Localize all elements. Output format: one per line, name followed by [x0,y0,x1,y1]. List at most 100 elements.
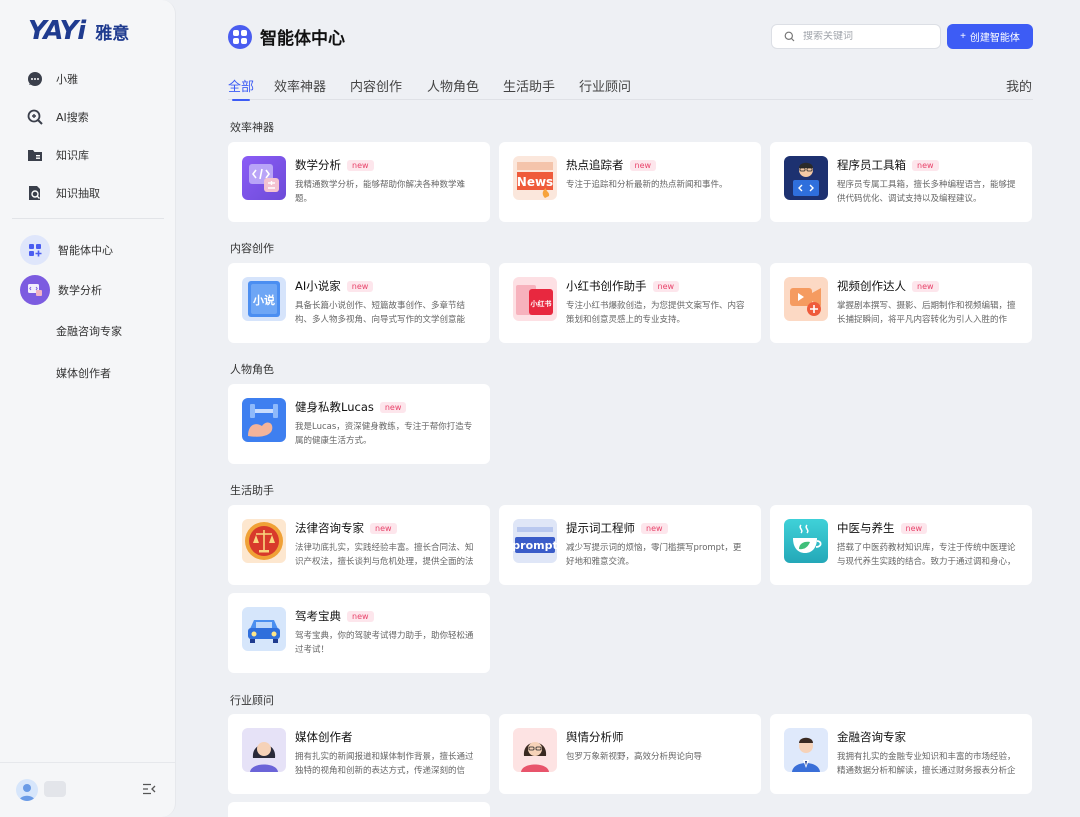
agent-card-title: 小红书创作助手 new [566,278,680,294]
tab-characters[interactable]: 人物角色 [427,76,479,95]
logo-cn: 雅意 [95,23,130,44]
xiaohongshu-icon: 小红书 [513,277,557,321]
tab-mine[interactable]: 我的 [1006,76,1032,95]
search-box[interactable] [771,24,941,49]
analyst-avatar-icon [513,728,557,772]
agent-card-title: AI小说家 new [295,278,374,294]
sidebar-item-label: 小雅 [56,73,78,86]
sidebar-item-knowledge-extract[interactable]: 知识抽取 [14,174,164,212]
tab-industry-advisor[interactable]: 行业顾问 [579,76,631,95]
section-title-efficiency: 效率神器 [230,121,274,134]
agent-card-title: 热点追踪者 new [566,157,657,173]
sidebar-item-label: 知识库 [56,149,89,162]
agent-card-media-creator[interactable]: 媒体创作者 拥有扎实的新闻报道和媒体制作背景，擅长通过独特的视角和创新的表达方式… [228,714,490,794]
agent-card-desc: 具备长篇小说创作、短篇故事创作、多章节结构、多人物多视角、向导式写作的文学创意能… [295,301,466,325]
agent-card-desc: 我拥有扎实的金融专业知识和丰富的市场经验，精通数据分析和解读，擅长通过财务报表分… [837,752,1016,776]
agent-card-desc: 包罗万象新视野，高效分析舆论向导 [566,752,703,762]
novel-book-icon: 小说 [242,277,286,321]
create-agent-label: 创建智能体 [969,33,1020,44]
tab-efficiency[interactable]: 效率神器 [274,76,326,95]
new-badge: new [347,159,374,171]
agent-card-title: 中医与养生 new [837,520,928,536]
law-scale-icon [242,519,286,563]
tab-life-assistant[interactable]: 生活助手 [503,76,555,95]
logo-brand: YAYi [28,16,86,46]
math-code-icon [242,156,286,200]
new-badge: new [912,280,939,292]
agent-card-desc: 驾考宝典，你的驾驶考试得力助手，助你轻松通过考试！ [295,631,474,655]
create-agent-button[interactable]: + 创建智能体 [947,24,1033,49]
agent-card-sentiment-analyst[interactable]: 舆情分析师 包罗万象新视野，高效分析舆论向导 [499,714,761,794]
user-avatar[interactable] [16,779,38,801]
agent-card-desc: 专注小红书爆款创造，为您提供文案写作、内容策划和创意灵感上的专业支持。 [566,301,745,325]
logo[interactable]: YAYi 雅意 [28,16,129,46]
agent-card-ai-novelist[interactable]: 小说 AI小说家 new 具备长篇小说创作、短篇故事创作、多章节结构、多人物多视角… [228,263,490,343]
svg-text:小红书: 小红书 [530,299,552,308]
search-input[interactable] [803,31,923,42]
sidebar-item-agent-center[interactable]: 智能体中心 [14,230,164,270]
agent-card-tcm-health[interactable]: 中医与养生 new 搭载了中医药教材知识库，专注于传统中医理论与现代养生实践的结合… [770,505,1032,585]
new-badge: new [652,280,680,292]
sidebar-item-media-creator[interactable]: 媒体创作者 [14,352,164,394]
programmer-icon [784,156,828,200]
agent-card-video-creator[interactable]: 视频创作达人 new 掌握剧本撰写、摄影、后期制作和视频编辑，擅长捕捉瞬间，将平凡… [770,263,1032,343]
agent-card-desc: 程序员专属工具箱，擅长多种编程语言，能够提供代码优化、调试支持以及编程建议。 [837,180,1016,204]
tab-all[interactable]: 全部 [228,76,254,101]
grid-apps-icon [20,235,50,265]
sidebar-footer [0,762,176,817]
agent-card-desc: 法律功底扎实，实践经验丰富。擅长合同法、知识产权法，擅长谈判与危机处理，提供全面… [295,543,474,567]
agent-card-legal-expert[interactable]: 法律咨询专家 new 法律功底扎实，实践经验丰富。擅长合同法、知识产权法，擅长谈判… [228,505,490,585]
agent-card-hot-news[interactable]: News 热点追踪者 new 专注于追踪和分析最新的热点新闻和事件。 [499,142,761,222]
agent-card-finance-expert[interactable]: 金融咨询专家 我拥有扎实的金融专业知识和丰富的市场经验，精通数据分析和解读，擅长… [770,714,1032,794]
collapse-sidebar-icon[interactable] [142,783,156,798]
agent-card-title: 程序员工具箱 new [837,157,939,173]
sidebar-divider [12,218,164,219]
new-badge: new [912,159,939,171]
agent-card-prompt-engineer[interactable]: prompt 提示词工程师 new 减少写提示词的烦恼，零门槛撰写prompt，更… [499,505,761,585]
agent-card-xiaohongshu[interactable]: 小红书 小红书创作助手 new 专注小红书爆款创造，为您提供文案写作、内容策划和创… [499,263,761,343]
agent-card-title: 驾考宝典 new [295,608,374,624]
agent-card-title: 健身私教Lucas new [295,399,407,415]
sidebar-item-xiaoya[interactable]: 小雅 [14,60,164,98]
agent-card-partial[interactable] [228,802,490,817]
page-header: 智能体中心 [228,24,345,49]
tab-content-creation[interactable]: 内容创作 [350,76,402,95]
sidebar-item-ai-search[interactable]: AI搜索 [14,98,164,136]
svg-text:prompt: prompt [513,539,557,552]
category-tabs: 全部 效率神器 内容创作 人物角色 生活助手 行业顾问 我的 [228,76,1033,101]
sidebar-item-finance-expert[interactable]: 金融咨询专家 [14,310,164,352]
news-icon: News [513,156,557,200]
agent-card-title: 法律咨询专家 new [295,520,397,536]
prompt-icon: prompt [513,519,557,563]
new-badge: new [370,522,397,534]
page-title: 智能体中心 [260,29,345,49]
video-camera-icon [784,277,828,321]
search-icon [784,27,795,46]
sidebar-item-label: AI搜索 [56,111,89,124]
new-badge: new [347,610,374,622]
user-name-blurred [44,781,66,797]
sidebar-nav: 小雅 AI搜索 知识库 知识抽取 [14,60,164,212]
section-title-content-creation: 内容创作 [230,242,274,255]
agent-card-programmer-toolbox[interactable]: 程序员工具箱 new 程序员专属工具箱，擅长多种编程语言，能够提供代码优化、调试支… [770,142,1032,222]
sidebar-item-label: 数学分析 [58,284,102,297]
tea-cup-icon [784,519,828,563]
sidebar-item-math-analysis[interactable]: 数学分析 [14,270,164,310]
agent-card-math-analysis[interactable]: 数学分析 new 我精通数学分析，能够帮助你解决各种数学难题。 [228,142,490,222]
new-badge: new [900,522,928,534]
agent-card-title: 提示词工程师 new [566,520,668,536]
agent-card-fitness-lucas[interactable]: 健身私教Lucas new 我是Lucas，资深健身教练，专注于帮你打造专属的健康… [228,384,490,464]
new-badge: new [379,401,407,413]
agent-card-desc: 我精通数学分析，能够帮助你解决各种数学难题。 [295,180,466,204]
agent-card-title: 金融咨询专家 [837,730,906,744]
svg-text:News: News [517,175,553,189]
math-agent-avatar [20,275,50,305]
agent-card-title: 舆情分析师 [566,730,624,744]
sidebar-item-knowledge-base[interactable]: 知识库 [14,136,164,174]
agent-card-driving-test[interactable]: 驾考宝典 new 驾考宝典，你的驾驶考试得力助手，助你轻松通过考试！ [228,593,490,673]
agent-card-title: 视频创作达人 new [837,278,939,294]
car-icon [242,607,286,651]
agent-card-desc: 专注于追踪和分析最新的热点新闻和事件。 [566,180,728,190]
document-search-icon [26,184,44,202]
agent-card-desc: 拥有扎实的新闻报道和媒体制作背景，擅长通过独特的视角和创新的表达方式，传递深刻的… [295,752,474,776]
